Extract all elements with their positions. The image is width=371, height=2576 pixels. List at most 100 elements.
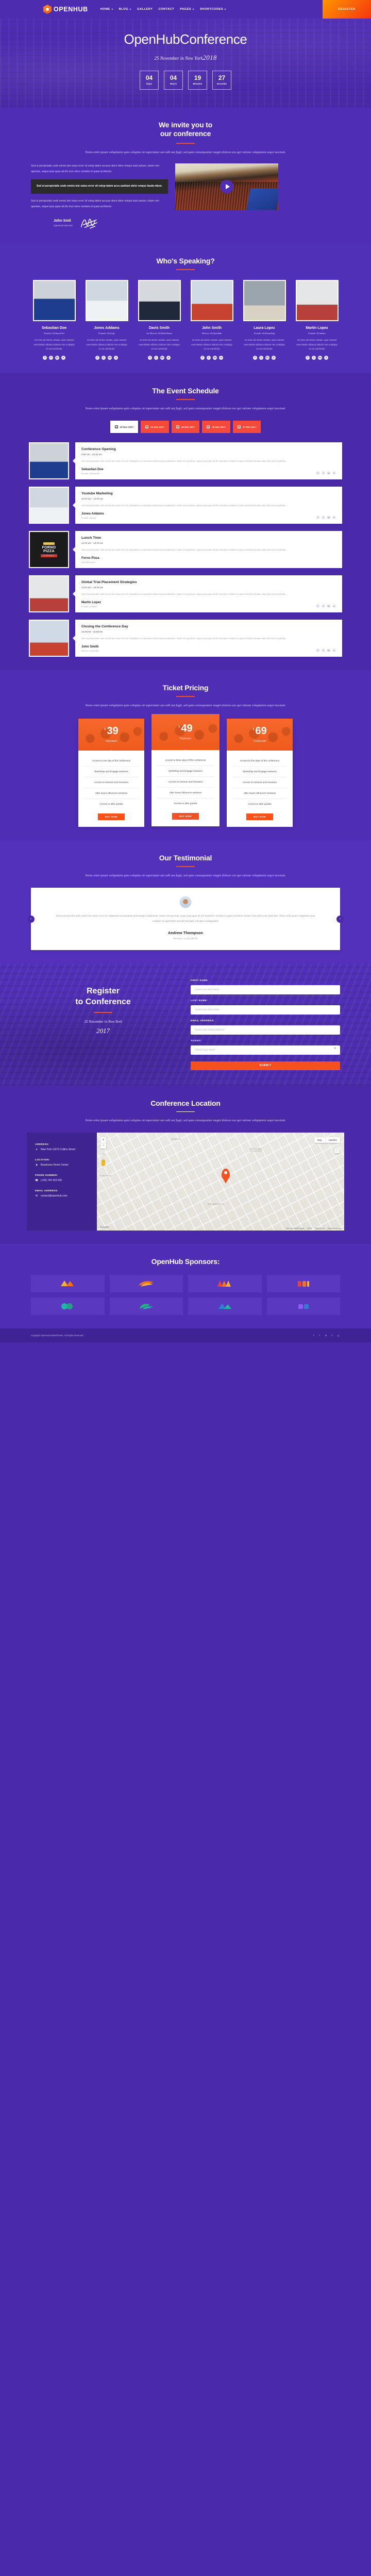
vimeo-icon[interactable]: v	[330, 1334, 334, 1337]
countdown-days: 04 Days	[140, 70, 159, 90]
schedule-tab-day4[interactable]: 26 Nov 2017	[202, 421, 230, 434]
linkedin-icon[interactable]: in	[318, 355, 322, 360]
schedule-tab-day3[interactable]: 25 Nov 2017	[171, 421, 200, 434]
vimeo-icon[interactable]: v	[272, 355, 276, 360]
sponsor-logo-5[interactable]	[31, 1297, 105, 1315]
nav-item-blog[interactable]: BLOG	[119, 8, 132, 11]
facebook-icon[interactable]: f	[316, 515, 320, 520]
first-name-input[interactable]	[191, 985, 340, 995]
twitter-icon[interactable]: t	[321, 515, 325, 520]
buy-now-button[interactable]: BUY NOW	[246, 813, 273, 820]
nav-item-gallery[interactable]: GALLERY	[137, 8, 153, 11]
sponsor-logo-2[interactable]	[109, 1274, 183, 1292]
google-plus-icon[interactable]: g	[336, 1334, 340, 1337]
nav-item-pages[interactable]: PAGES	[180, 8, 195, 11]
map-zoom-out-button[interactable]: −	[100, 1142, 106, 1149]
linkedin-icon[interactable]: in	[327, 648, 331, 653]
testimonial-prev-button[interactable]: ‹	[27, 915, 35, 923]
twitter-icon[interactable]: t	[321, 471, 325, 475]
facebook-icon[interactable]: f	[253, 355, 257, 360]
vimeo-icon[interactable]: v	[61, 355, 65, 360]
linkedin-icon[interactable]: in	[327, 515, 331, 520]
sponsor-logo-3[interactable]	[188, 1274, 262, 1292]
twitter-icon[interactable]: t	[312, 355, 316, 360]
linkedin-icon[interactable]: in	[55, 355, 59, 360]
invite-media-column	[175, 163, 278, 210]
ticket-select[interactable]	[191, 1045, 340, 1055]
site-logo[interactable]: OPENHUB	[43, 5, 88, 14]
linkedin-icon[interactable]: in	[160, 355, 164, 360]
twitter-icon[interactable]: t	[207, 355, 211, 360]
nav-item-home[interactable]: HOME	[100, 8, 113, 11]
testimonial-next-button[interactable]: ›	[336, 915, 344, 923]
map-label-broadway-junction: BROADWAY JUNCTION	[250, 1148, 263, 1153]
map-report-link[interactable]: Report a map error	[328, 1227, 342, 1229]
vimeo-icon[interactable]: v	[166, 355, 171, 360]
sponsor-logo-7[interactable]	[188, 1297, 262, 1315]
schedule-tab-day1[interactable]: 23 Nov 2017	[110, 421, 139, 434]
play-video-button[interactable]	[220, 180, 233, 194]
nav-item-shortcodes[interactable]: SHORTCODES	[200, 8, 227, 11]
vimeo-icon[interactable]: v	[324, 355, 328, 360]
vimeo-icon[interactable]: v	[332, 648, 336, 653]
buy-now-button[interactable]: BUY NOW	[98, 813, 125, 820]
sponsor-logo-6[interactable]	[109, 1297, 183, 1315]
speaker-card[interactable]: Jones Addams Founder Of Linify Ut enim a…	[85, 280, 128, 360]
nav-item-contact[interactable]: CONTACT	[158, 8, 174, 11]
twitter-icon[interactable]: t	[318, 1334, 322, 1337]
linkedin-icon[interactable]: in	[327, 471, 331, 475]
map-terms-link[interactable]: Terms of Use	[315, 1227, 325, 1229]
facebook-icon[interactable]: f	[306, 355, 310, 360]
twitter-icon[interactable]: t	[259, 355, 263, 360]
vimeo-icon[interactable]: v	[114, 355, 118, 360]
map-fullscreen-button[interactable]: ⛶	[334, 1148, 340, 1153]
register-button[interactable]: REGISTER	[323, 0, 371, 19]
linkedin-icon[interactable]: in	[108, 355, 112, 360]
speaker-description: Ut enim ad minim veniam, quis nostrud ex…	[139, 339, 180, 351]
facebook-icon[interactable]: f	[95, 355, 99, 360]
twitter-icon[interactable]: t	[321, 604, 325, 608]
tab-label: 25 Nov 2017	[181, 425, 195, 428]
schedule-tab-day2[interactable]: 24 Nov 2017	[141, 421, 169, 434]
facebook-icon[interactable]: f	[316, 471, 320, 475]
sponsor-logo-4[interactable]	[266, 1274, 340, 1292]
sponsor-logo-8[interactable]	[266, 1297, 340, 1315]
twitter-icon[interactable]: t	[49, 355, 53, 360]
facebook-icon[interactable]: f	[316, 648, 320, 653]
twitter-icon[interactable]: t	[102, 355, 106, 360]
signature-row: John Smit OpenHub Director	[31, 215, 168, 230]
street-view-pegman-icon[interactable]	[102, 1159, 105, 1166]
speaker-card[interactable]: Davis Smith Art Director Of Modeltheme U…	[138, 280, 181, 360]
vimeo-icon[interactable]: v	[332, 471, 336, 475]
linkedin-icon[interactable]: in	[213, 355, 217, 360]
facebook-icon[interactable]: f	[148, 355, 152, 360]
buy-now-button[interactable]: BUY NOW	[172, 812, 199, 820]
pricing-card-header: $ 49 Business	[151, 713, 220, 750]
email-input[interactable]	[191, 1025, 340, 1035]
vimeo-icon[interactable]: v	[219, 355, 223, 360]
map-type-map[interactable]: Map	[314, 1137, 325, 1143]
facebook-icon[interactable]: f	[200, 355, 205, 360]
map-type-satellite[interactable]: Satellite	[325, 1137, 340, 1143]
last-name-input[interactable]	[191, 1005, 340, 1015]
vimeo-icon[interactable]: v	[332, 515, 336, 520]
linkedin-icon[interactable]: in	[327, 604, 331, 608]
sponsor-logo-1[interactable]	[31, 1274, 105, 1292]
facebook-icon[interactable]: f	[43, 355, 47, 360]
currency-symbol: $	[252, 728, 255, 732]
map-zoom-in-button[interactable]: +	[100, 1137, 106, 1143]
vimeo-icon[interactable]: v	[332, 604, 336, 608]
speaker-card[interactable]: Laura Lopez Founder Of Konsulting Ut eni…	[243, 280, 286, 360]
submit-button[interactable]: SUBMIT	[191, 1061, 340, 1070]
twitter-icon[interactable]: t	[321, 648, 325, 653]
speaker-card[interactable]: Sebastian Doe Founder Of SmartOwl Ut eni…	[32, 280, 76, 360]
facebook-icon[interactable]: f	[316, 604, 320, 608]
linkedin-icon[interactable]: in	[265, 355, 269, 360]
speaker-card[interactable]: Martin Lopez Founder Of Yankee Ut enim a…	[295, 280, 339, 360]
speaker-card[interactable]: John Smith Director Of OpenHub Ut enim a…	[190, 280, 233, 360]
linkedin-icon[interactable]: in	[324, 1334, 328, 1337]
location-map[interactable]: + − Map Satellite ⛶ HEIGHTS YN BROADWAY …	[97, 1132, 344, 1231]
schedule-tab-day5[interactable]: 27 Nov 2017	[232, 421, 261, 434]
facebook-icon[interactable]: f	[312, 1334, 315, 1337]
twitter-icon[interactable]: t	[154, 355, 158, 360]
